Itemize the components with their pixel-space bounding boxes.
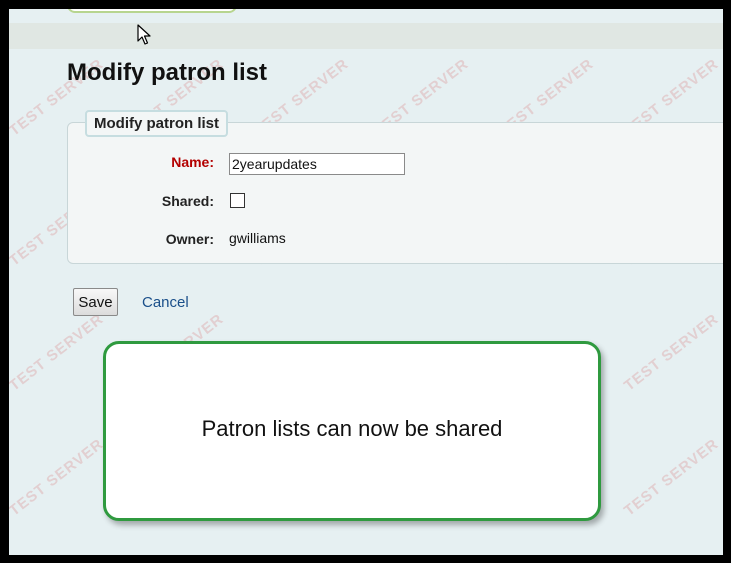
watermark-stamp: TEST SERVER bbox=[620, 435, 722, 520]
owner-label: Owner: bbox=[165, 231, 214, 247]
mouse-pointer-icon bbox=[137, 24, 151, 45]
page-area: TEST SERVER TEST SERVER TEST SERVER TEST… bbox=[9, 9, 723, 555]
name-label: Name: bbox=[171, 154, 214, 170]
page-title: Modify patron list bbox=[67, 59, 267, 86]
name-input[interactable] bbox=[229, 153, 405, 175]
top-bar bbox=[9, 23, 723, 49]
save-button[interactable]: Save bbox=[73, 288, 118, 316]
watermark-stamp: TEST SERVER bbox=[9, 310, 107, 395]
fieldset-legend: Modify patron list bbox=[85, 110, 228, 137]
cancel-link[interactable]: Cancel bbox=[142, 294, 189, 311]
shared-label: Shared: bbox=[161, 193, 214, 209]
watermark-stamp: TEST SERVER bbox=[620, 310, 722, 395]
watermark-stamp: TEST SERVER bbox=[9, 435, 107, 520]
callout-text: Patron lists can now be shared bbox=[201, 416, 503, 441]
shared-checkbox[interactable] bbox=[230, 193, 245, 208]
callout-box: Patron lists can now be shared bbox=[103, 341, 601, 521]
top-panel-edge bbox=[67, 9, 237, 13]
owner-value: gwilliams bbox=[229, 230, 286, 246]
